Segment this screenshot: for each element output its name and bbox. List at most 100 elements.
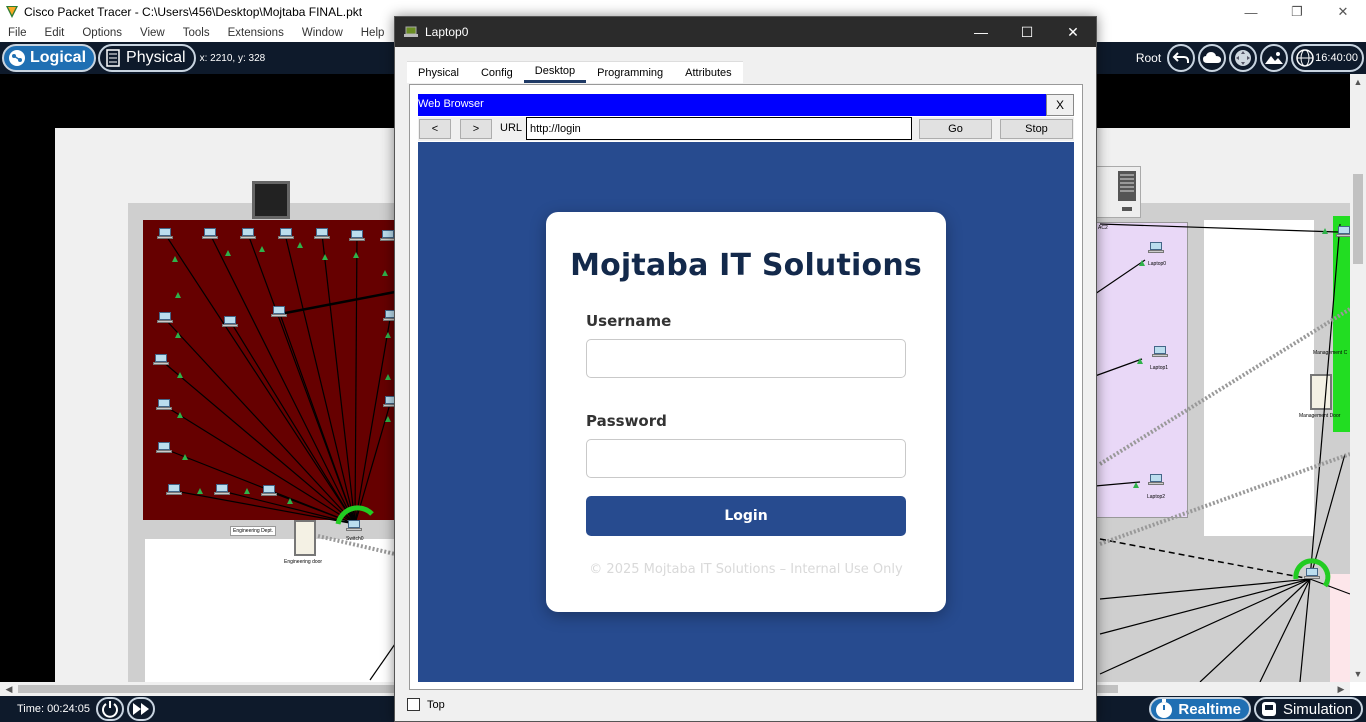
switch-device[interactable]: [1304, 568, 1320, 580]
laptop-device[interactable]: [166, 484, 182, 496]
top-checkbox[interactable]: Top: [407, 698, 445, 711]
laptop-device[interactable]: [156, 399, 172, 411]
menu-extensions[interactable]: Extensions: [228, 27, 284, 39]
physical-mode-button[interactable]: Physical: [98, 44, 196, 72]
username-input[interactable]: [586, 339, 906, 378]
laptop1-label: Laptop1: [1150, 365, 1169, 371]
dialog-title: Laptop0: [425, 25, 469, 39]
dialog-titlebar[interactable]: Laptop0 — ☐ ✕: [395, 17, 1096, 47]
laptop-device[interactable]: [214, 484, 230, 496]
dialog-close-button[interactable]: ✕: [1050, 17, 1096, 47]
laptop-icon: [404, 26, 418, 37]
back-arrow-button[interactable]: [1167, 44, 1196, 72]
laptop1-device[interactable]: [1152, 346, 1168, 358]
root-label: Root: [1135, 51, 1162, 65]
login-heading: Mojtaba IT Solutions: [570, 248, 922, 283]
management-c-label: Management C: [1313, 350, 1348, 356]
laptop2-label: Laptop2: [1147, 494, 1166, 500]
globe-clock-icon: [1296, 49, 1314, 67]
laptop-device[interactable]: [157, 228, 173, 240]
minimize-button[interactable]: —: [1228, 0, 1274, 24]
switch0-device[interactable]: [346, 520, 362, 532]
top-checkbox-label: Top: [427, 698, 445, 711]
top-checkbox-box[interactable]: [407, 698, 420, 711]
engineering-dept-label: Engineering Dept.: [230, 526, 277, 536]
restore-button[interactable]: ❐: [1274, 0, 1320, 24]
navigation-button[interactable]: [1229, 44, 1258, 72]
simulation-mode-button[interactable]: Simulation: [1253, 697, 1363, 721]
browser-stop-button[interactable]: Stop: [1000, 119, 1073, 139]
tab-attributes[interactable]: Attributes: [674, 61, 743, 83]
cloud-button[interactable]: [1198, 44, 1227, 72]
laptop2-device[interactable]: [1148, 474, 1164, 486]
menu-view[interactable]: View: [140, 27, 165, 39]
laptop-device[interactable]: [240, 228, 256, 240]
username-label: Username: [586, 312, 672, 330]
close-button[interactable]: ✕: [1320, 0, 1366, 24]
switch0-label: Switch0: [346, 536, 364, 542]
move-arrows-icon: [1235, 50, 1252, 66]
menu-tools[interactable]: Tools: [183, 27, 210, 39]
laptop-device[interactable]: [278, 228, 294, 240]
cursor-coords: x: 2210, y: 328: [199, 52, 266, 64]
web-browser-title: Web Browser: [418, 98, 484, 110]
logical-mode-button[interactable]: Logical: [2, 44, 97, 72]
scroll-down-arrow-icon[interactable]: ▼: [1350, 666, 1366, 682]
menu-file[interactable]: File: [8, 27, 27, 39]
dialog-minimize-button[interactable]: —: [958, 17, 1004, 47]
menu-options[interactable]: Options: [82, 27, 122, 39]
browser-forward-button[interactable]: >: [460, 119, 492, 139]
undo-arrow-icon: [1172, 52, 1190, 63]
logical-label: Logical: [30, 49, 87, 66]
laptop-device[interactable]: [156, 442, 172, 454]
logical-icon: [9, 50, 25, 66]
web-browser-titlebar: Web Browser X: [418, 94, 1074, 116]
menu-edit[interactable]: Edit: [45, 27, 65, 39]
menu-help[interactable]: Help: [361, 27, 385, 39]
background-image-button[interactable]: [1260, 44, 1289, 72]
simulation-label: Simulation: [1282, 700, 1353, 718]
dialog-maximize-button[interactable]: ☐: [1004, 17, 1050, 47]
fast-forward-icon: [132, 703, 149, 715]
laptop-device[interactable]: [157, 312, 173, 324]
ip-phone-device[interactable]: [271, 306, 287, 318]
browser-back-button[interactable]: <: [419, 119, 451, 139]
cloud-icon: [1203, 52, 1222, 63]
vertical-scroll-thumb[interactable]: [1353, 174, 1363, 264]
menu-window[interactable]: Window: [302, 27, 343, 39]
clock-pill[interactable]: 16:40:00: [1291, 44, 1364, 72]
laptop-device[interactable]: [349, 230, 365, 242]
browser-go-button[interactable]: Go: [919, 119, 992, 139]
laptop-device[interactable]: [261, 485, 277, 497]
scroll-right-arrow-icon[interactable]: ▶: [1334, 682, 1348, 696]
ip-phone-device[interactable]: [222, 316, 238, 328]
copyright-footer: © 2025 Mojtaba IT Solutions – Internal U…: [589, 562, 903, 577]
laptop-device[interactable]: [314, 228, 330, 240]
realtime-label: Realtime: [1178, 700, 1241, 718]
vertical-scrollbar[interactable]: ▲ ▼: [1350, 74, 1366, 682]
web-browser-close-button[interactable]: X: [1046, 94, 1074, 116]
realtime-mode-button[interactable]: Realtime: [1149, 697, 1251, 721]
reset-time-button[interactable]: [95, 697, 124, 721]
laptop-device[interactable]: [153, 354, 169, 366]
window-title: Cisco Packet Tracer - C:\Users\456\Deskt…: [24, 5, 363, 19]
fast-forward-button[interactable]: [126, 697, 155, 721]
login-button[interactable]: Login: [586, 496, 906, 536]
tab-physical[interactable]: Physical: [407, 61, 470, 83]
url-input[interactable]: [526, 117, 912, 140]
laptop0-label: Laptop0: [1148, 261, 1167, 267]
simulation-time: Time: 00:24:05: [17, 703, 90, 715]
landscape-icon: [1265, 52, 1284, 64]
scroll-left-arrow-icon[interactable]: ◀: [2, 682, 16, 696]
ac2-label: AC2: [1098, 225, 1108, 231]
laptop0-device[interactable]: [1148, 242, 1164, 254]
laptop-device[interactable]: [202, 228, 218, 240]
tab-desktop[interactable]: Desktop: [523, 61, 587, 83]
clock-time: 16:40:00: [1315, 52, 1358, 64]
scroll-up-arrow-icon[interactable]: ▲: [1350, 74, 1366, 90]
password-label: Password: [586, 412, 667, 430]
tab-programming[interactable]: Programming: [586, 61, 675, 83]
physical-label: Physical: [126, 49, 186, 66]
password-input[interactable]: [586, 439, 906, 478]
tab-config[interactable]: Config: [469, 61, 524, 83]
